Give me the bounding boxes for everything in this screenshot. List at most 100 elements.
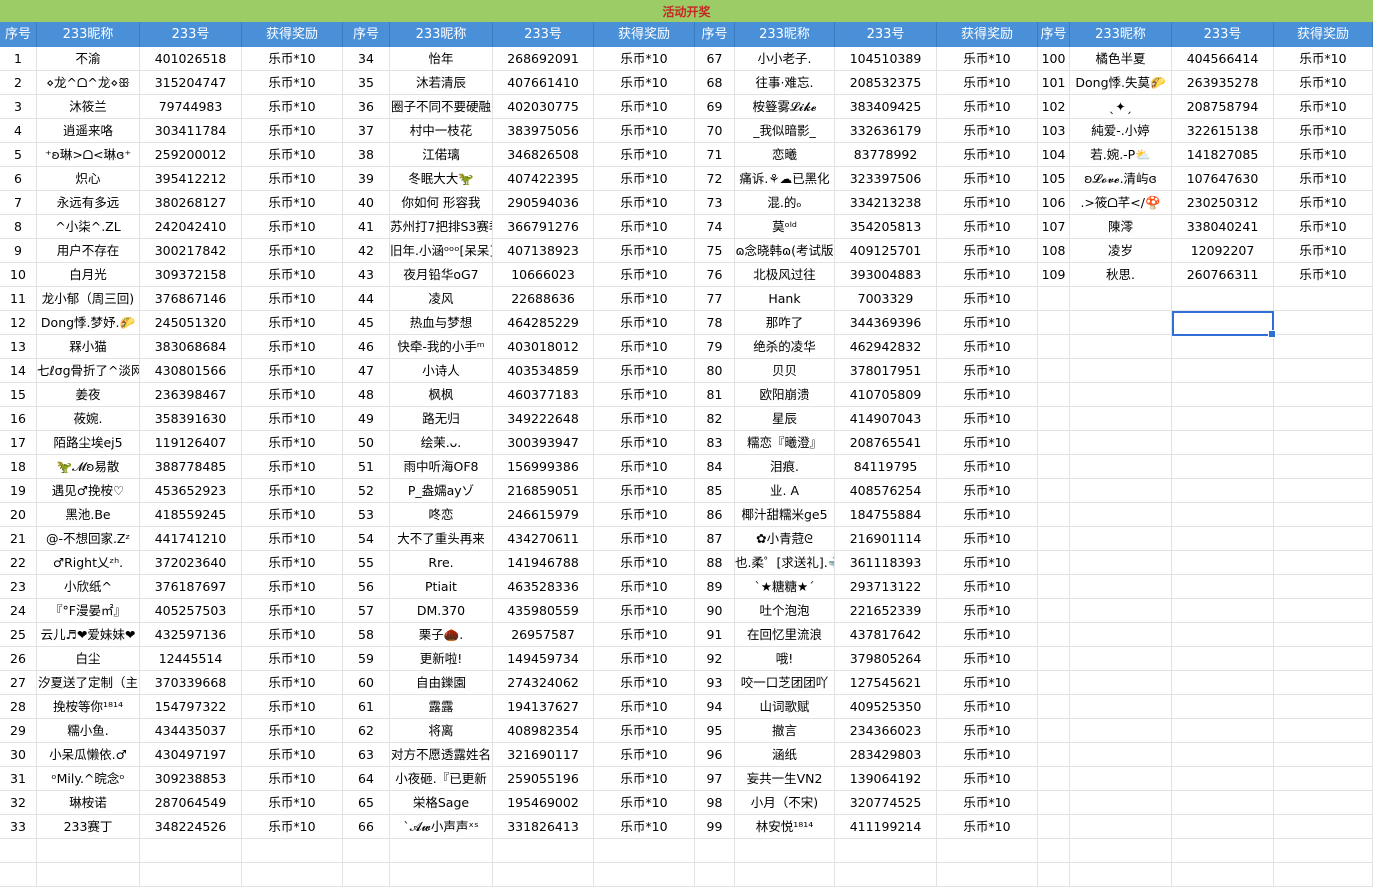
table-cell[interactable]: 将离 xyxy=(390,719,493,743)
table-cell[interactable]: 乐币*10 xyxy=(594,71,695,95)
table-cell[interactable] xyxy=(1172,407,1274,431)
table-cell[interactable]: 407661410 xyxy=(493,71,594,95)
table-cell[interactable]: 乐币*10 xyxy=(1274,71,1373,95)
table-cell[interactable] xyxy=(1274,623,1373,647)
table-cell[interactable]: 乐币*10 xyxy=(242,647,343,671)
table-cell[interactable] xyxy=(1274,647,1373,671)
table-cell[interactable]: 14 xyxy=(0,359,37,383)
table-cell[interactable]: DM.370 xyxy=(390,599,493,623)
table-cell[interactable]: 乐币*10 xyxy=(937,311,1038,335)
table-cell[interactable]: 68 xyxy=(695,71,735,95)
table-cell[interactable]: 欧阳崩溃 xyxy=(735,383,835,407)
table-cell[interactable]: 31 xyxy=(0,767,37,791)
table-cell[interactable]: Dong悸.梦妤.🌮 xyxy=(37,311,140,335)
table-cell[interactable]: ʚ𝓛𝓸𝓿𝓮.清屿ɞ xyxy=(1070,167,1172,191)
table-cell[interactable] xyxy=(1038,647,1070,671)
table-cell[interactable] xyxy=(1172,287,1274,311)
table-cell[interactable]: 乐币*10 xyxy=(1274,95,1373,119)
table-cell[interactable]: 对方不愿透露姓名 xyxy=(390,743,493,767)
table-cell[interactable]: 乐币*10 xyxy=(242,479,343,503)
table-cell[interactable] xyxy=(493,863,594,887)
table-cell[interactable]: 乐币*10 xyxy=(937,263,1038,287)
table-cell[interactable]: 376187697 xyxy=(140,575,242,599)
table-cell[interactable]: 乐币*10 xyxy=(594,335,695,359)
table-cell[interactable] xyxy=(1172,551,1274,575)
table-cell[interactable] xyxy=(1070,359,1172,383)
table-cell[interactable]: 5 xyxy=(0,143,37,167)
table-cell[interactable]: 315204747 xyxy=(140,71,242,95)
table-cell[interactable]: 逍遥来咯 xyxy=(37,119,140,143)
table-cell[interactable]: 48 xyxy=(343,383,390,407)
table-cell[interactable] xyxy=(1274,767,1373,791)
table-cell[interactable]: 393004883 xyxy=(835,263,937,287)
table-cell[interactable] xyxy=(1172,575,1274,599)
table-cell[interactable] xyxy=(1172,791,1274,815)
table-cell[interactable]: 156999386 xyxy=(493,455,594,479)
table-cell[interactable]: 乐币*10 xyxy=(594,743,695,767)
table-cell[interactable]: 411199214 xyxy=(835,815,937,839)
table-cell[interactable]: 乐币*10 xyxy=(242,239,343,263)
table-cell[interactable] xyxy=(1070,407,1172,431)
table-cell[interactable]: 乐币*10 xyxy=(594,239,695,263)
table-cell[interactable]: 涵纸 xyxy=(735,743,835,767)
table-cell[interactable]: 乐币*10 xyxy=(937,191,1038,215)
table-cell[interactable]: 乐币*10 xyxy=(937,215,1038,239)
table-cell[interactable]: 154797322 xyxy=(140,695,242,719)
table-cell[interactable]: 119126407 xyxy=(140,431,242,455)
table-cell[interactable]: 405257503 xyxy=(140,599,242,623)
table-cell[interactable] xyxy=(735,839,835,863)
table-cell[interactable]: 绘茉.ᴗ. xyxy=(390,431,493,455)
table-cell[interactable]: 453652923 xyxy=(140,479,242,503)
table-cell[interactable]: 凌岁 xyxy=(1070,239,1172,263)
table-cell[interactable]: 也.柔゜[求送礼].🐳 xyxy=(735,551,835,575)
table-cell[interactable]: 乐币*10 xyxy=(594,599,695,623)
table-cell[interactable] xyxy=(937,863,1038,887)
table-cell[interactable] xyxy=(1274,359,1373,383)
table-cell[interactable] xyxy=(390,839,493,863)
table-cell[interactable]: 127545621 xyxy=(835,671,937,695)
table-cell[interactable] xyxy=(1274,287,1373,311)
table-cell[interactable]: 乐币*10 xyxy=(242,527,343,551)
table-cell[interactable]: 19 xyxy=(0,479,37,503)
table-cell[interactable]: 绝杀的凌华 xyxy=(735,335,835,359)
table-cell[interactable] xyxy=(1172,839,1274,863)
table-cell[interactable]: 乐币*10 xyxy=(937,575,1038,599)
table-cell[interactable]: 乐币*10 xyxy=(594,215,695,239)
table-cell[interactable]: 咚恋 xyxy=(390,503,493,527)
table-cell[interactable]: 2 xyxy=(0,71,37,95)
table-cell[interactable]: 309238853 xyxy=(140,767,242,791)
table-cell[interactable]: 69 xyxy=(695,95,735,119)
table-cell[interactable] xyxy=(242,839,343,863)
table-cell[interactable] xyxy=(1172,863,1274,887)
table-cell[interactable] xyxy=(1172,743,1274,767)
table-cell[interactable]: 旧年.小涵ᵒᵒᵒ[呆呆] xyxy=(390,239,493,263)
table-cell[interactable] xyxy=(1274,719,1373,743)
table-cell[interactable]: 乐币*10 xyxy=(937,527,1038,551)
table-cell[interactable]: 13 xyxy=(0,335,37,359)
table-cell[interactable]: 268692091 xyxy=(493,47,594,71)
table-cell[interactable]: 46 xyxy=(343,335,390,359)
table-cell[interactable]: 259200012 xyxy=(140,143,242,167)
table-cell[interactable]: 89 xyxy=(695,575,735,599)
table-cell[interactable]: 泪痕. xyxy=(735,455,835,479)
table-cell[interactable]: 不渝 xyxy=(37,47,140,71)
table-cell[interactable] xyxy=(1274,407,1373,431)
table-cell[interactable]: 83778992 xyxy=(835,143,937,167)
table-cell[interactable]: 208765541 xyxy=(835,431,937,455)
table-cell[interactable]: 309372158 xyxy=(140,263,242,287)
table-cell[interactable] xyxy=(1274,311,1373,335)
table-cell[interactable]: 348224526 xyxy=(140,815,242,839)
table-cell[interactable]: 咬一口芝团团吖 xyxy=(735,671,835,695)
table-cell[interactable]: 乐币*10 xyxy=(242,575,343,599)
table-cell[interactable]: 78 xyxy=(695,311,735,335)
table-cell[interactable] xyxy=(1070,743,1172,767)
table-cell[interactable]: 乐币*10 xyxy=(594,191,695,215)
table-cell[interactable]: 403018012 xyxy=(493,335,594,359)
table-cell[interactable] xyxy=(1070,815,1172,839)
table-cell[interactable]: 哦! xyxy=(735,647,835,671)
table-cell[interactable] xyxy=(1038,455,1070,479)
table-cell[interactable] xyxy=(1038,743,1070,767)
table-cell[interactable]: 乐币*10 xyxy=(594,119,695,143)
table-cell[interactable]: 57 xyxy=(343,599,390,623)
table-cell[interactable]: 大不了重头再来 xyxy=(390,527,493,551)
